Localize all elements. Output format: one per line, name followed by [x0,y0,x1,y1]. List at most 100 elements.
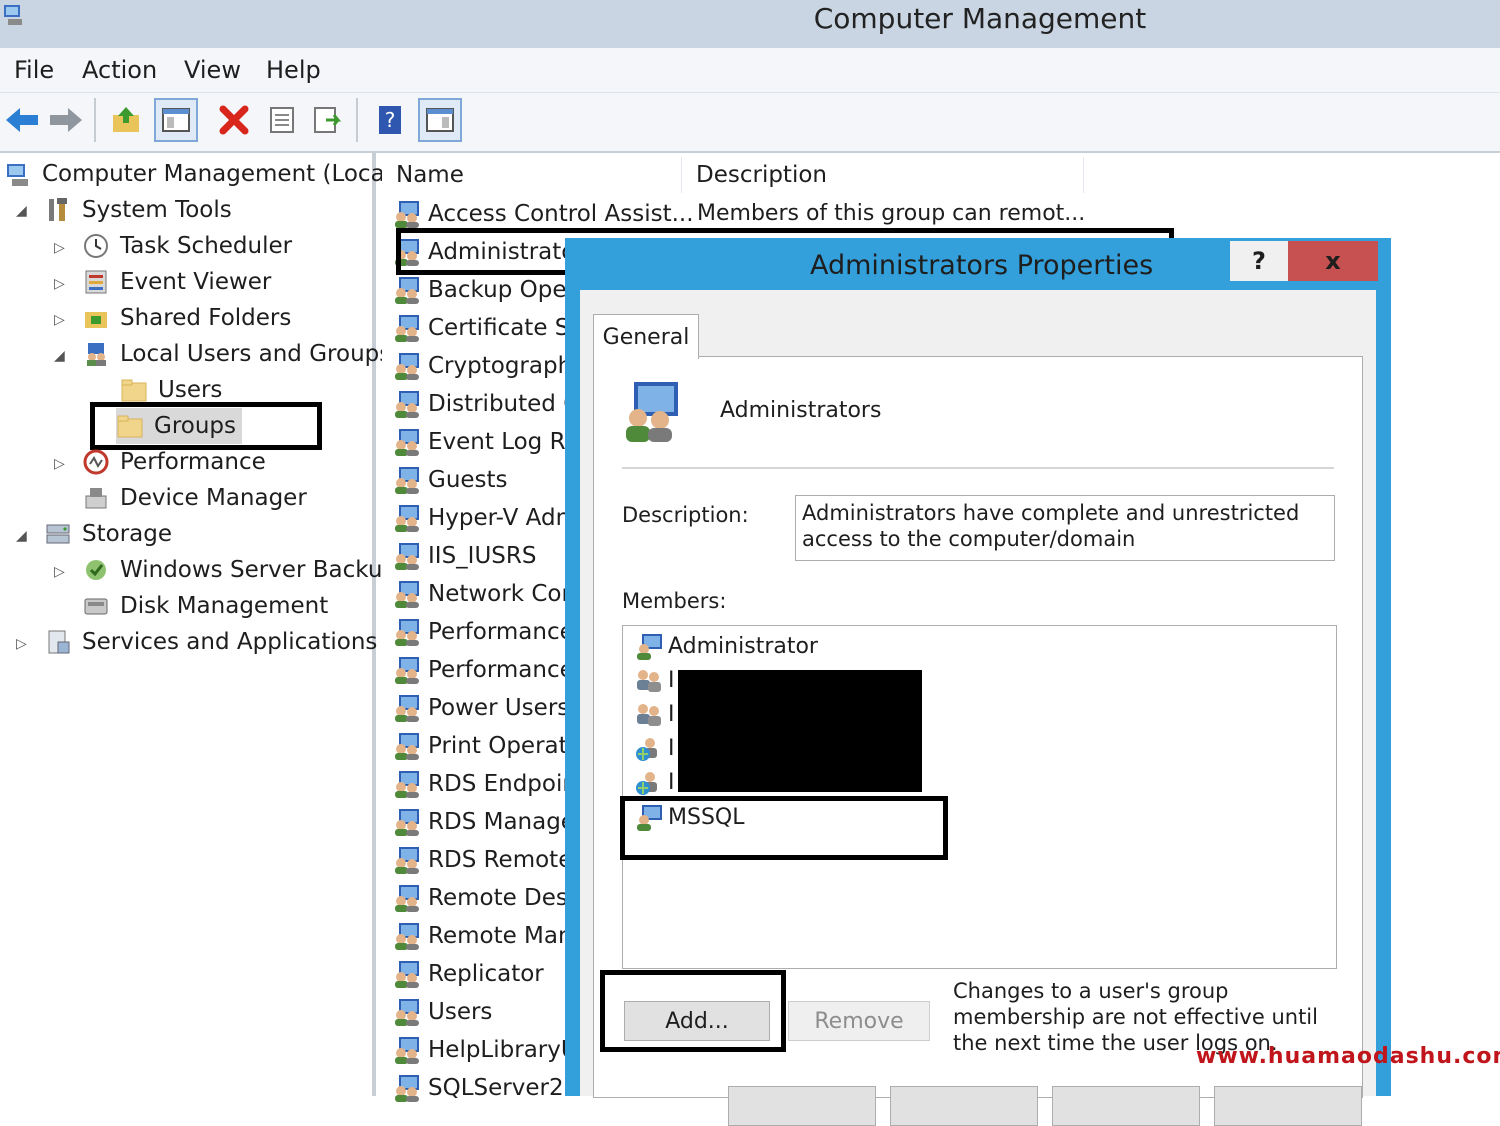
group-name: Remote Man [428,923,573,949]
dialog-button[interactable] [1052,1086,1200,1126]
tree-item-label: Disk Management [120,593,329,619]
remove-button[interactable]: Remove [788,1001,930,1041]
up-folder-icon[interactable] [106,100,146,140]
member-row[interactable]: I [634,765,675,799]
group-row[interactable]: Network Cor [392,575,571,613]
tree-item-label: Storage [82,521,172,547]
tab-general[interactable]: General [593,314,699,359]
group-row[interactable]: HelpLibraryU [392,1031,578,1069]
forward-icon[interactable] [46,100,86,140]
group-row[interactable]: Performance [392,651,574,689]
menu-file[interactable]: File [14,56,54,84]
group-row[interactable]: Distributed C [392,385,579,423]
description-field[interactable]: Administrators have complete and unrestr… [795,495,1335,561]
tree-root[interactable]: Computer Management (Local [4,156,391,192]
tree-item-shared-folders[interactable]: Shared Folders [82,300,291,336]
group-row[interactable]: Certificate Se [392,309,584,347]
group-row[interactable]: RDS Manage [392,803,575,841]
group-name: IIS_IUSRS [428,543,537,569]
group-row[interactable]: RDS Remote [392,841,572,879]
tree-item-label: System Tools [82,197,232,223]
tree-item-disk-management[interactable]: Disk Management [82,588,328,624]
expand-arrow-icon[interactable]: ▷ [54,312,65,328]
column-header-description[interactable]: Description [686,157,1084,193]
menu-action[interactable]: Action [82,56,157,84]
menu-view[interactable]: View [184,56,241,84]
collapse-arrow-icon[interactable]: ◢ [16,203,27,219]
group-icon [395,277,419,304]
domain-group-icon [636,772,657,795]
group-row[interactable]: Performance [392,613,574,651]
tree-item-label: Task Scheduler [120,233,293,259]
member-row[interactable]: I [634,663,675,697]
group-row[interactable]: SQLServer20 [392,1069,578,1107]
collapse-arrow-icon[interactable]: ◢ [16,528,27,544]
tree-item-task-scheduler[interactable]: Task Scheduler [82,228,292,264]
group-icon [395,619,419,646]
group-name: Cryptograph [428,353,573,379]
description-cell: Members of this group can remot... [697,201,1086,226]
group-icon [395,733,419,760]
tree-item-device-manager[interactable]: Device Manager [82,480,307,516]
tree-item-local-users-and-groups[interactable]: Local Users and Groups [82,336,391,372]
expand-arrow-icon[interactable]: ▷ [54,456,65,472]
dialog-help-button[interactable]: ? [1230,241,1288,281]
group-row[interactable]: Power Users [392,689,569,727]
dialog-button[interactable] [728,1086,876,1126]
group-name: Guests [428,467,508,493]
member-name: Administrator [668,633,818,659]
group-row[interactable]: RDS Endpoin [392,765,577,803]
group-icon [395,353,419,380]
group-row[interactable]: Replicator [392,955,544,993]
storage-icon [46,524,70,544]
group-row[interactable]: Guests [392,461,508,499]
description-label: Description: [622,503,749,527]
delete-icon[interactable] [214,100,254,140]
dialog-close-button[interactable]: x [1288,241,1378,281]
export-list-icon[interactable] [308,100,348,140]
group-icon [395,467,419,494]
window-title: Computer Management [813,2,1147,35]
user-icon [637,634,662,660]
group-row[interactable]: Remote Desk [392,879,581,917]
member-row[interactable]: Administrator [634,629,818,663]
menu-help[interactable]: Help [266,56,321,84]
expand-arrow-icon[interactable]: ▷ [54,276,65,292]
group-name: Certificate Se [428,315,584,341]
group-row[interactable]: Cryptograph [392,347,572,385]
folder-icon [121,379,147,402]
tree-item-services-and-applications[interactable]: Services and Applications [44,624,377,660]
member-name: I [668,667,675,693]
watermark: www.huamaodashu.com [1196,1044,1500,1069]
properties-icon[interactable] [262,100,302,140]
group-row[interactable]: Users [392,993,492,1031]
group-row[interactable]: Hyper-V Adn [392,499,570,537]
group-row[interactable]: Remote Man [392,917,573,955]
tree-item-windows-server-backup[interactable]: Windows Server Backup [82,552,397,588]
group-icon [395,581,419,608]
column-header-name[interactable]: Name [386,157,682,193]
group-name: Performance [428,657,574,683]
tree-item-storage[interactable]: Storage [44,516,172,552]
tree-item-system-tools[interactable]: System Tools [44,192,232,228]
dialog-button[interactable] [1214,1086,1362,1126]
expand-arrow-icon[interactable]: ▷ [54,240,65,256]
collapse-arrow-icon[interactable]: ◢ [54,348,65,364]
help-icon[interactable]: ? [370,100,410,140]
dialog-button[interactable] [890,1086,1038,1126]
member-row[interactable]: I [634,697,675,731]
group-name: SQLServer20 [428,1075,579,1101]
expand-arrow-icon[interactable]: ▷ [16,636,27,652]
dialog-title: Administrators Properties [810,250,1154,281]
group-row[interactable]: Print Operato [392,727,582,765]
group-row[interactable]: Backup Oper [392,271,576,309]
show-hide-console-tree-icon[interactable] [154,98,198,142]
group-row[interactable]: Event Log Re [392,423,579,461]
show-hide-action-pane-icon[interactable] [418,98,462,142]
expand-arrow-icon[interactable]: ▷ [54,564,65,580]
back-icon[interactable] [2,100,42,140]
group-row[interactable]: IIS_IUSRS [392,537,536,575]
tree-item-event-viewer[interactable]: Event Viewer [82,264,271,300]
member-row[interactable]: I [634,731,675,765]
tree-item-performance[interactable]: Performance [82,444,266,480]
